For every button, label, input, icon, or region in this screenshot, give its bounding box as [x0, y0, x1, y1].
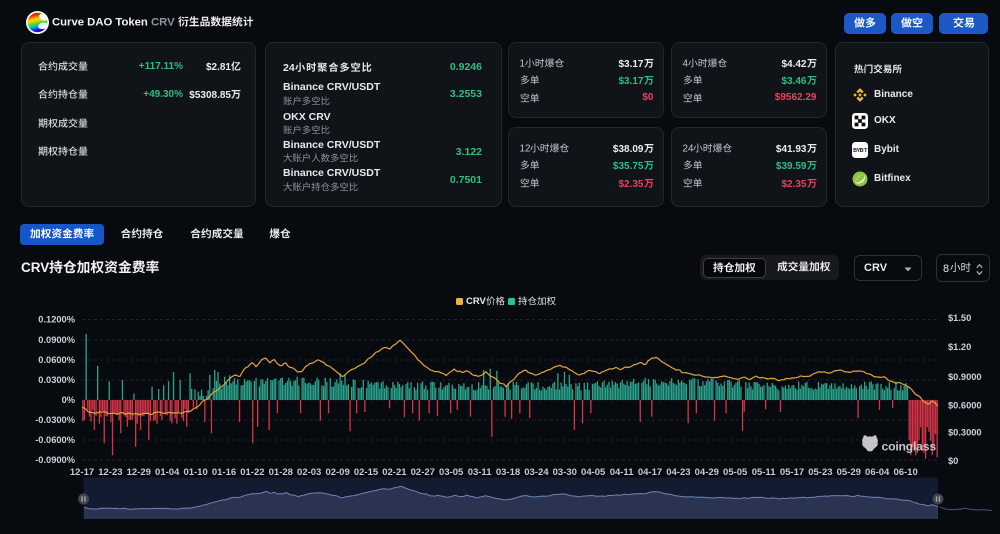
svg-text:$0.6000: $0.6000 — [948, 400, 982, 410]
svg-text:06-04: 06-04 — [865, 467, 890, 478]
svg-text:01-04: 01-04 — [155, 467, 180, 478]
svg-text:$0.3000: $0.3000 — [948, 428, 982, 438]
svg-text:0.0900%: 0.0900% — [38, 335, 75, 345]
svg-text:02-09: 02-09 — [325, 467, 349, 478]
svg-text:0%: 0% — [62, 395, 76, 405]
svg-text:$0.9000: $0.9000 — [948, 372, 982, 382]
svg-text:01-22: 01-22 — [240, 467, 264, 478]
svg-text:03-18: 03-18 — [496, 467, 520, 478]
svg-text:05-29: 05-29 — [837, 467, 861, 478]
svg-text:-0.0300%: -0.0300% — [35, 415, 76, 425]
svg-text:03-30: 03-30 — [553, 467, 577, 478]
svg-text:12-17: 12-17 — [70, 467, 94, 478]
svg-text:05-05: 05-05 — [723, 467, 748, 478]
svg-text:$1.20: $1.20 — [948, 342, 971, 352]
svg-text:04-29: 04-29 — [695, 467, 719, 478]
svg-text:$1.50: $1.50 — [948, 313, 971, 323]
svg-text:01-10: 01-10 — [183, 467, 207, 478]
svg-text:04-05: 04-05 — [581, 467, 606, 478]
svg-text:0.0600%: 0.0600% — [38, 355, 75, 365]
svg-text:coinglass: coinglass — [882, 440, 937, 454]
svg-text:0.1200%: 0.1200% — [38, 315, 75, 325]
svg-text:01-28: 01-28 — [269, 467, 293, 478]
svg-text:-0.0600%: -0.0600% — [35, 435, 76, 445]
svg-text:05-17: 05-17 — [780, 467, 804, 478]
svg-text:$0: $0 — [948, 456, 958, 466]
svg-text:03-11: 03-11 — [468, 467, 492, 478]
svg-text:04-23: 04-23 — [666, 467, 690, 478]
svg-text:02-21: 02-21 — [382, 467, 407, 478]
svg-text:04-11: 04-11 — [610, 467, 634, 478]
svg-text:06-10: 06-10 — [893, 467, 917, 478]
svg-text:04-17: 04-17 — [638, 467, 662, 478]
svg-text:03-05: 03-05 — [439, 467, 464, 478]
svg-text:02-15: 02-15 — [354, 467, 379, 478]
svg-text:02-27: 02-27 — [411, 467, 435, 478]
svg-text:03-24: 03-24 — [524, 467, 549, 478]
svg-text:0.0300%: 0.0300% — [38, 375, 75, 385]
svg-text:-0.0900%: -0.0900% — [35, 455, 76, 465]
svg-text:12-29: 12-29 — [127, 467, 151, 478]
svg-text:05-11: 05-11 — [752, 467, 776, 478]
svg-text:02-03: 02-03 — [297, 467, 321, 478]
svg-text:01-16: 01-16 — [212, 467, 236, 478]
svg-text:12-23: 12-23 — [98, 467, 122, 478]
svg-text:05-23: 05-23 — [808, 467, 832, 478]
